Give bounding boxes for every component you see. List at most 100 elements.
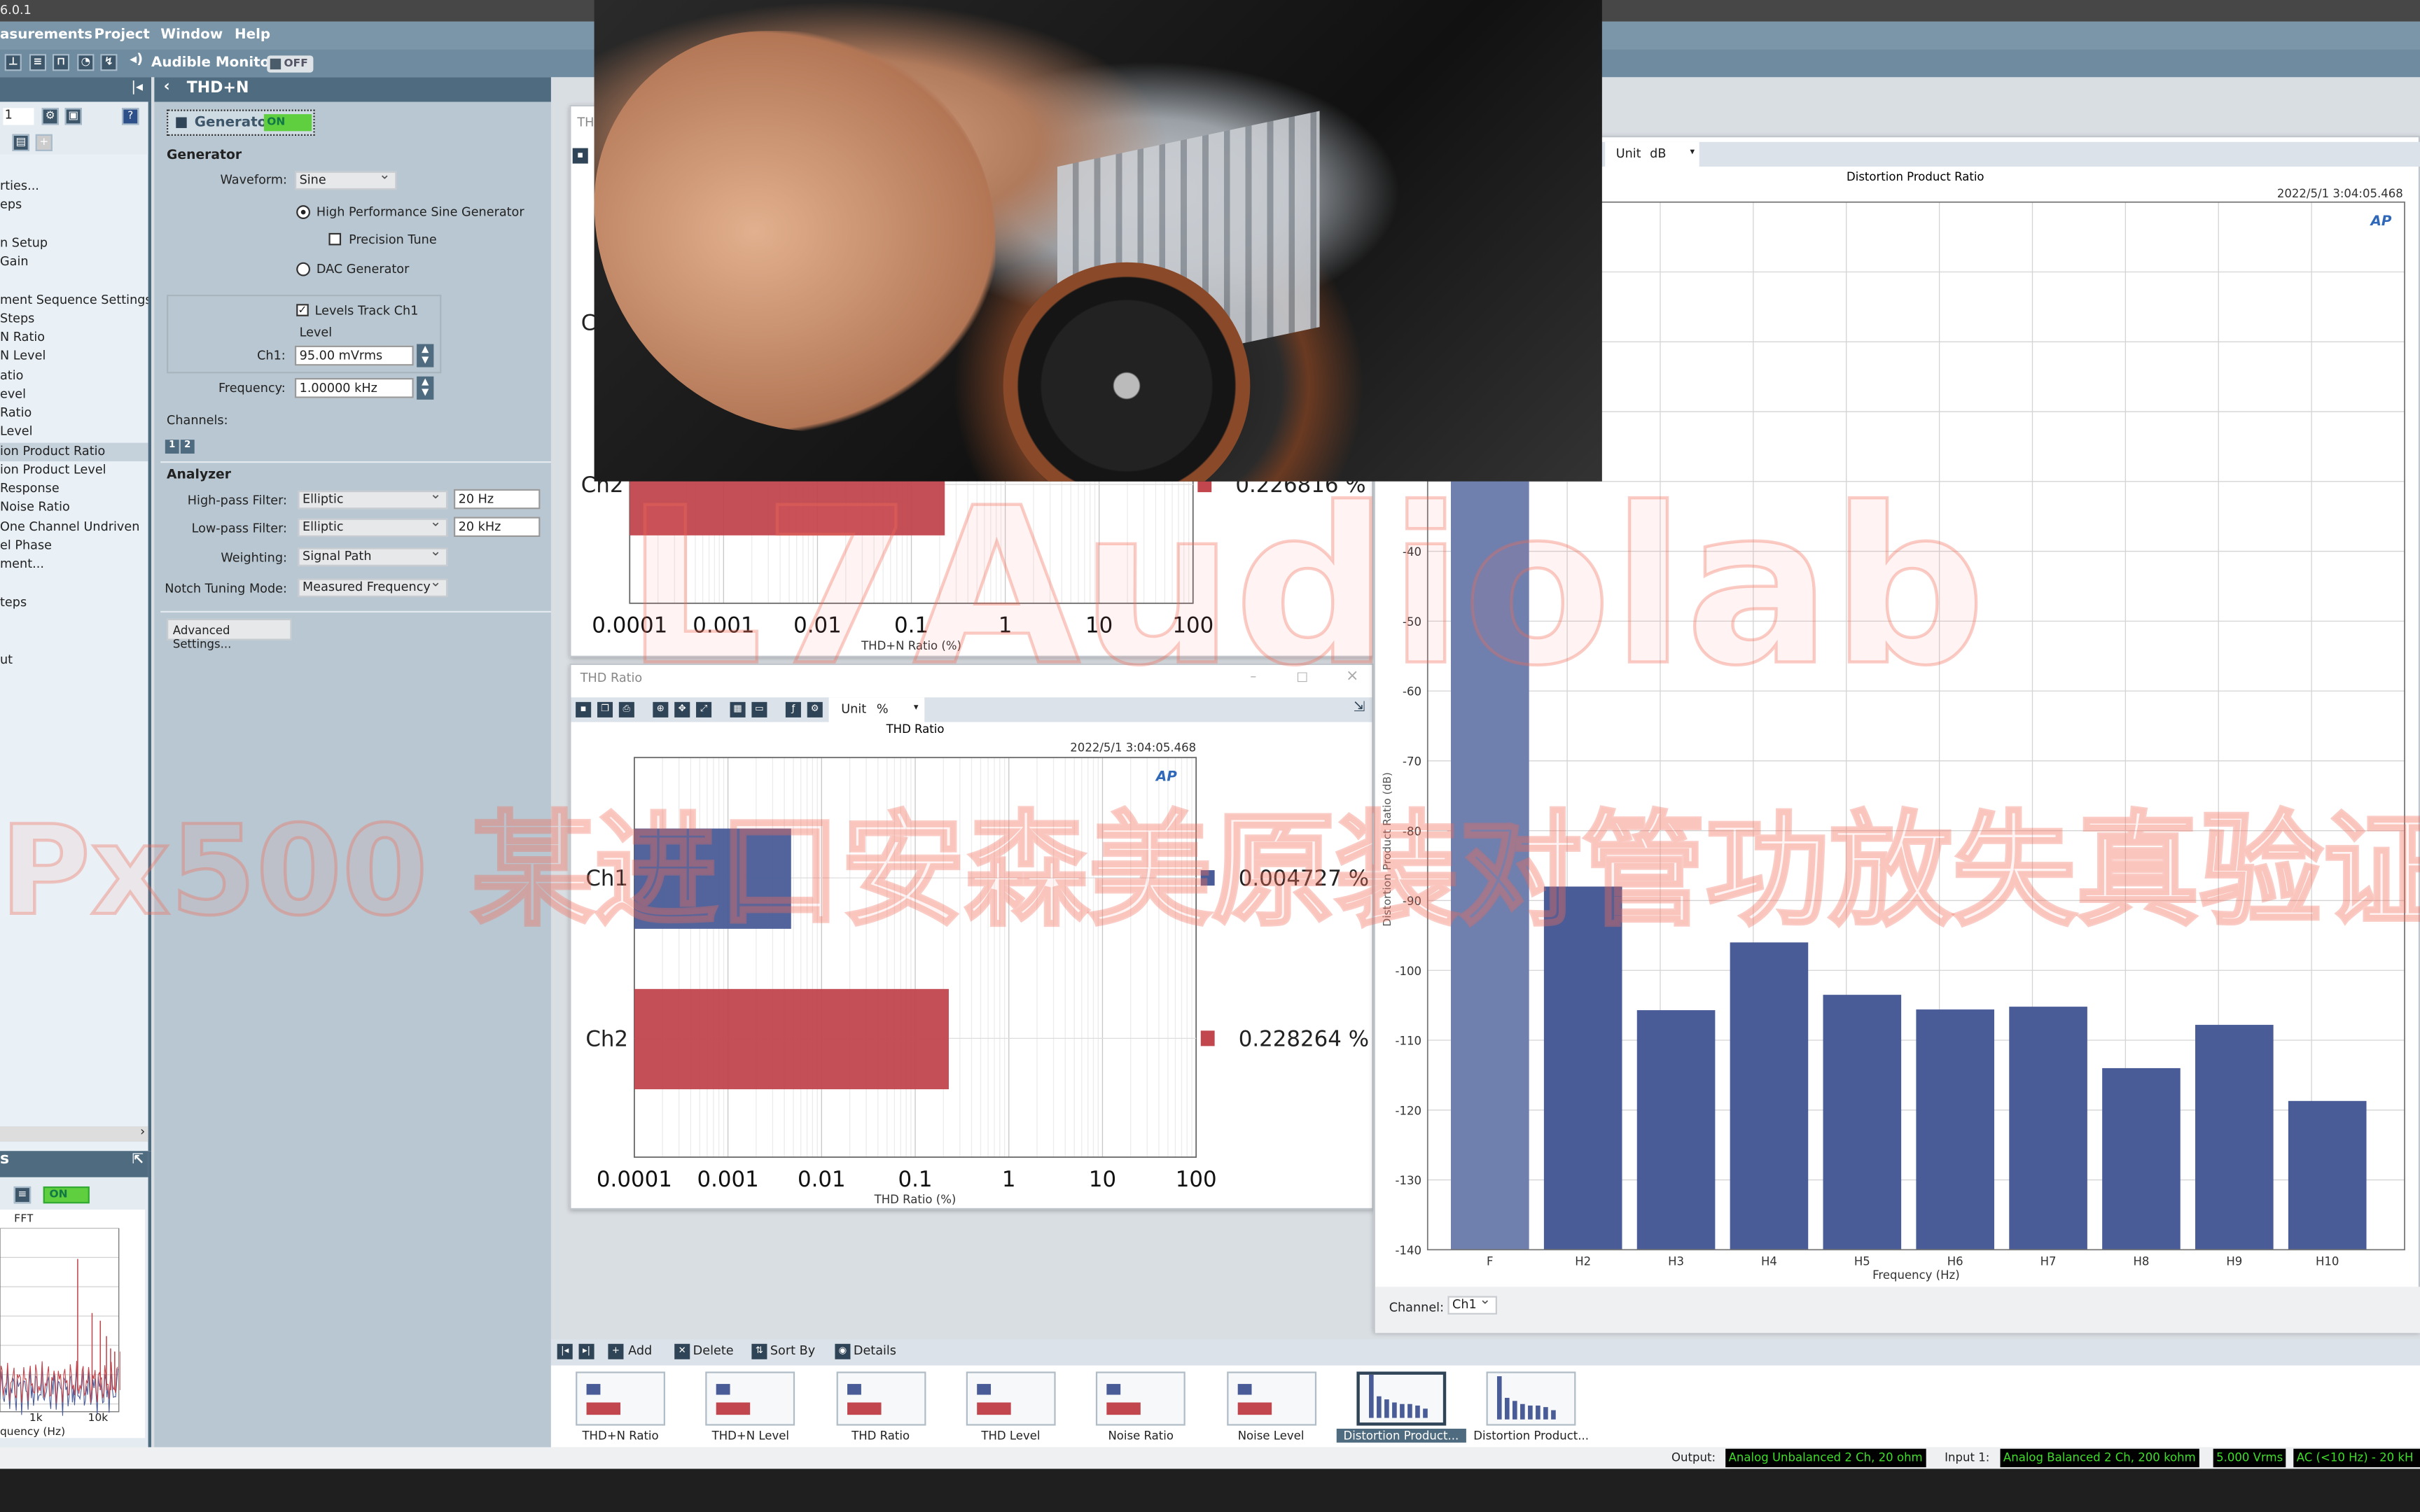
help-icon[interactable]: ? xyxy=(122,108,139,125)
details-button[interactable]: Details xyxy=(854,1344,896,1358)
sidebar-item[interactable]: eps xyxy=(0,196,148,214)
sidebar-item[interactable]: ut xyxy=(0,651,148,669)
result-thumbnail[interactable] xyxy=(1226,1371,1316,1426)
generator-on-toggle[interactable]: ON xyxy=(263,114,312,132)
audible-monitor-toggle[interactable]: OFF xyxy=(267,55,314,73)
sidebar-item[interactable]: n Setup xyxy=(0,234,148,253)
input-coupling[interactable]: AC (<10 Hz) - 20 kH xyxy=(2293,1448,2420,1468)
waveform-select[interactable]: Sine xyxy=(294,168,397,190)
add-icon[interactable]: + xyxy=(608,1343,624,1359)
result-thumbnail[interactable] xyxy=(835,1371,926,1426)
input-range[interactable]: 5.000 Vrms xyxy=(2213,1448,2286,1468)
add-step-icon[interactable]: + xyxy=(35,134,53,152)
result-thumbnail-label[interactable]: THD+N Level xyxy=(686,1429,815,1443)
input-config[interactable]: Analog Balanced 2 Ch, 200 kohm xyxy=(2000,1448,2199,1468)
weighting-select[interactable]: Signal Path xyxy=(298,545,448,566)
clock-icon[interactable]: ◔ xyxy=(77,54,95,71)
result-thumbnail-label[interactable]: Noise Ratio xyxy=(1076,1429,1206,1443)
paste-icon[interactable]: ▤ xyxy=(12,134,29,152)
lock-icon[interactable]: ▣ xyxy=(64,108,82,125)
sequence-select[interactable]: 1 xyxy=(3,108,34,125)
sequence-icon[interactable]: ↯ xyxy=(100,54,118,71)
level-label: Level xyxy=(299,326,333,340)
precision-tune-checkbox[interactable] xyxy=(328,232,342,246)
sidebar-item[interactable]: ment Sequence Settings... xyxy=(0,292,148,310)
result-thumbnail-label[interactable]: Distortion Product... xyxy=(1466,1429,1596,1443)
sidebar-item[interactable]: N Ratio xyxy=(0,328,148,346)
channel-1-button[interactable]: 1 xyxy=(165,440,179,454)
sidebar-item[interactable]: One Channel Undriven xyxy=(0,519,148,537)
result-thumbnail-label[interactable]: THD+N Ratio xyxy=(555,1429,685,1443)
channel-2-button[interactable]: 2 xyxy=(180,440,195,454)
menu-measurements[interactable]: asurements xyxy=(0,28,92,43)
advanced-settings-button[interactable]: Advanced Settings... xyxy=(167,618,292,651)
result-thumbnail[interactable] xyxy=(1356,1371,1446,1426)
generator-button[interactable]: Generator ON xyxy=(167,109,315,136)
sidebar-item[interactable]: el Phase xyxy=(0,537,148,555)
add-button[interactable]: Add xyxy=(628,1344,652,1358)
sidebar-scrollbar[interactable]: › xyxy=(0,1125,148,1142)
sidebar-item[interactable]: Level xyxy=(0,423,148,441)
result-thumbnail[interactable] xyxy=(1486,1371,1576,1426)
graph-icon[interactable]: ⊥ xyxy=(4,54,22,71)
sidebar-item[interactable]: N Level xyxy=(0,347,148,365)
hp-frequency-input[interactable]: 20 Hz xyxy=(454,489,541,510)
ch1-level-stepper[interactable]: ▲ ▼ xyxy=(417,344,434,368)
menu-window[interactable]: Window xyxy=(160,28,223,43)
result-thumbnail-label[interactable]: Distortion Product... xyxy=(1336,1428,1466,1443)
monitor-on-toggle[interactable]: ON xyxy=(43,1186,90,1204)
gear-icon[interactable]: ⚙ xyxy=(41,108,59,125)
delete-icon[interactable]: ✕ xyxy=(674,1343,690,1359)
sidebar-item[interactable]: atio xyxy=(0,368,148,386)
delete-button[interactable]: Delete xyxy=(693,1344,734,1358)
sidebar-item[interactable]: ment... xyxy=(0,555,148,573)
back-icon[interactable]: ‹ xyxy=(164,78,170,95)
result-thumbnail[interactable] xyxy=(705,1371,795,1426)
last-icon[interactable]: ▸| xyxy=(578,1343,594,1359)
first-icon[interactable]: |◂ xyxy=(557,1343,573,1359)
result-thumbnail-label[interactable]: THD Ratio xyxy=(816,1429,945,1443)
popout-icon[interactable]: ⇱ xyxy=(132,1152,144,1168)
menu-help[interactable]: Help xyxy=(235,28,270,43)
waveform-icon[interactable]: ⊓ xyxy=(52,54,70,71)
sidebar-item[interactable]: Gain xyxy=(0,253,148,271)
sidebar-item[interactable]: Response xyxy=(0,479,148,498)
frequency-input[interactable]: 1.00000 kHz xyxy=(294,378,414,398)
levels-track-checkbox[interactable]: ✓ xyxy=(296,304,309,316)
divider xyxy=(160,461,551,463)
settings-header: ‹ THD+N xyxy=(154,77,551,102)
sort-icon[interactable]: ⇅ xyxy=(751,1343,767,1359)
details-icon[interactable]: ◉ xyxy=(835,1343,851,1359)
result-thumbnail[interactable] xyxy=(1096,1371,1186,1426)
scroll-right-icon[interactable]: › xyxy=(140,1125,145,1139)
sidebar-item[interactable]: teps xyxy=(0,594,148,612)
frequency-stepper[interactable]: ▲ ▼ xyxy=(417,376,434,400)
sidebar-item[interactable]: rties... xyxy=(0,177,148,195)
result-thumbnail-label[interactable]: THD Level xyxy=(946,1429,1076,1443)
sidebar-item[interactable]: ion Product Ratio xyxy=(0,442,148,462)
result-thumbnail-label[interactable]: Noise Level xyxy=(1206,1429,1336,1443)
collapse-sidebar-icon[interactable]: |◂ xyxy=(131,80,143,96)
list-icon[interactable]: ≡ xyxy=(13,1186,32,1204)
lp-frequency-input[interactable]: 20 kHz xyxy=(454,517,541,538)
menu-project[interactable]: Project xyxy=(94,28,149,43)
list-icon[interactable]: ≡ xyxy=(29,54,47,71)
dac-radio[interactable] xyxy=(296,262,311,276)
result-thumbnail[interactable] xyxy=(576,1371,665,1426)
output-config[interactable]: Analog Unbalanced 2 Ch, 20 ohm xyxy=(1725,1448,1926,1468)
ch1-level-input[interactable]: 95.00 mVrms xyxy=(294,345,414,366)
notch-mode-select[interactable]: Measured Frequency xyxy=(298,575,448,597)
channel-select[interactable]: Ch1 xyxy=(1447,1293,1497,1315)
analyzer-section-heading[interactable]: Analyzer xyxy=(167,468,231,483)
lp-filter-select[interactable]: Elliptic xyxy=(298,515,448,538)
sidebar-item[interactable]: Ratio xyxy=(0,404,148,422)
high-perf-radio[interactable] xyxy=(296,205,311,219)
generator-section-heading[interactable]: Generator xyxy=(167,148,242,164)
sidebar-item[interactable]: evel xyxy=(0,386,148,404)
sort-by-button[interactable]: Sort By xyxy=(770,1344,815,1358)
hp-filter-select[interactable]: Elliptic xyxy=(298,487,448,510)
sidebar-item[interactable]: ion Product Level xyxy=(0,461,148,479)
sidebar-item[interactable]: Noise Ratio xyxy=(0,498,148,517)
result-thumbnail[interactable] xyxy=(966,1371,1056,1426)
sidebar-item[interactable]: Steps xyxy=(0,310,148,328)
